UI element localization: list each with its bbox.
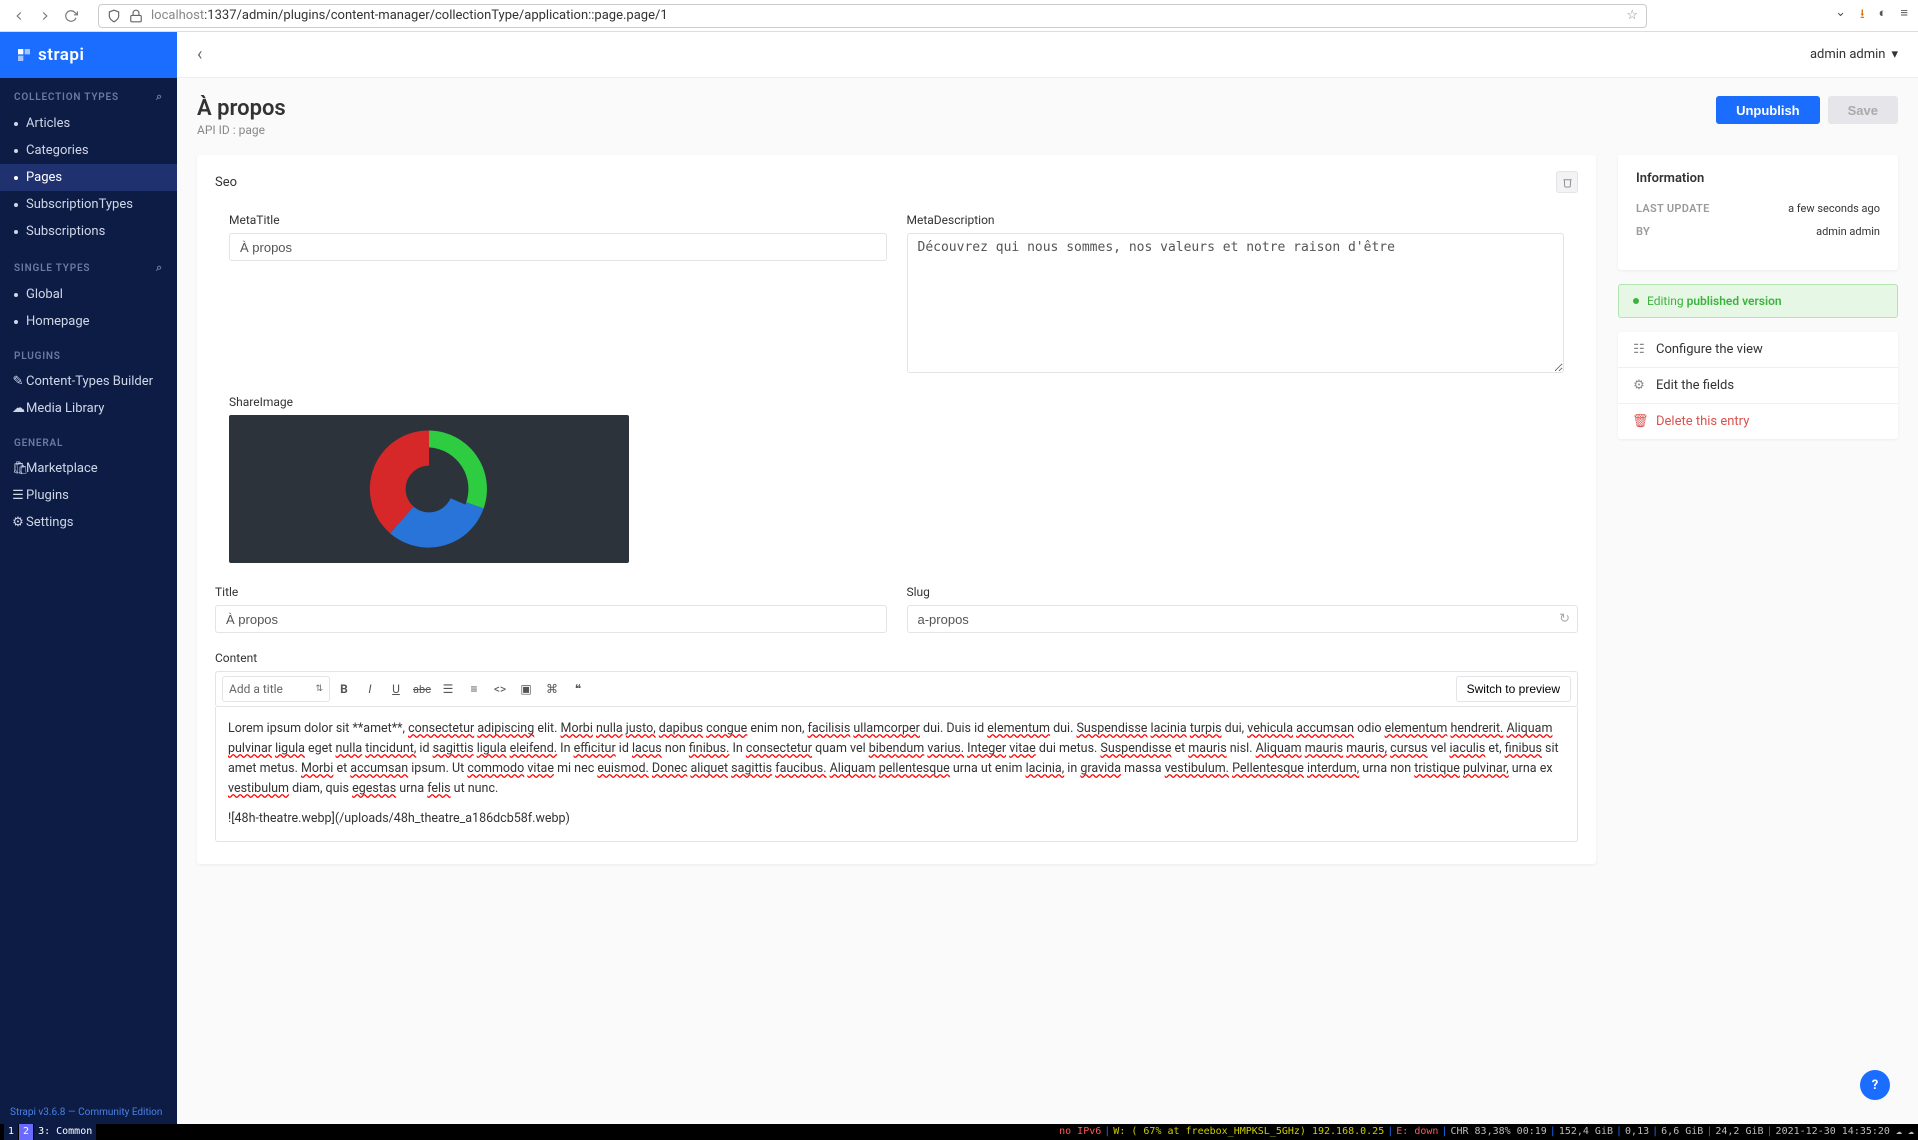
shield-icon [107,9,121,23]
content-editor[interactable]: Lorem ipsum dolor sit **amet**, consecte… [215,707,1578,842]
status-dot-icon [1633,298,1639,304]
image-button[interactable]: ▣ [514,677,538,701]
configure-view-link[interactable]: ☷ Configure the view [1618,332,1898,368]
trash-icon: 🗑 [1632,414,1646,429]
edit-fields-link[interactable]: ⚙ Edit the fields [1618,368,1898,404]
link-button[interactable]: ⌘ [540,677,564,701]
strikethrough-button[interactable]: abc [410,677,434,701]
slug-input[interactable] [907,605,1579,633]
shareimage-preview[interactable] [229,415,629,563]
italic-button[interactable]: I [358,677,382,701]
browser-forward-button[interactable] [36,7,54,25]
sidebar-item-settings[interactable]: ⚙Settings [0,509,177,536]
status-banner: Editing published version [1618,284,1898,318]
sidebar-item-media-library[interactable]: ☁Media Library [0,395,177,422]
trash-icon [1562,177,1573,188]
search-icon[interactable]: ⌕ [156,261,163,275]
unpublish-button[interactable]: Unpublish [1716,96,1820,124]
os-status-bar: 1 2 3: Common no IPv6 | W: ( 67% at free… [0,1124,1918,1140]
underline-button[interactable]: U [384,677,408,701]
layout-icon: ☷ [1632,342,1646,357]
ol-button[interactable]: ≡ [462,677,486,701]
sidebar-item-pages[interactable]: Pages [0,164,177,191]
last-update-label: LAST UPDATE [1636,202,1710,215]
last-update-value: a few seconds ago [1788,202,1880,215]
title-label: Title [215,585,887,599]
metadescription-label: MetaDescription [907,213,1565,227]
shareimage-label: ShareImage [229,395,1564,409]
content-label: Content [215,651,1578,665]
back-button[interactable]: ‹ [197,44,202,65]
sidebar-single-header: SINGLE TYPES ⌕ [0,261,177,281]
title-input[interactable] [215,605,887,633]
information-card: Information LAST UPDATE a few seconds ag… [1618,155,1898,270]
hamburger-icon[interactable]: ≡ [1900,5,1908,27]
by-value: admin admin [1816,225,1880,238]
heading-select[interactable]: Add a title ⇅ [222,676,330,702]
sidebar: strapi COLLECTION TYPES ⌕ ArticlesCatego… [0,32,177,1124]
browser-back-button[interactable] [10,7,28,25]
gear-icon: ⚙ [1632,378,1646,393]
extension-icon[interactable]: ◐ [1879,5,1887,27]
slug-label: Slug [907,585,1579,599]
code-button[interactable]: <> [488,677,512,701]
workspace-3[interactable]: 3: Common [34,1124,96,1140]
url-text: localhost:1337/admin/plugins/content-man… [151,8,668,23]
browser-reload-button[interactable] [62,7,80,25]
quote-button[interactable]: ❝ [566,677,590,701]
sidebar-item-global[interactable]: Global [0,281,177,308]
sidebar-item-plugins[interactable]: ☰Plugins [0,482,177,509]
save-button: Save [1828,96,1898,124]
user-menu[interactable]: admin admin ▾ [1810,47,1898,62]
entry-actions: ☷ Configure the view ⚙ Edit the fields 🗑… [1618,332,1898,439]
topbar: ‹ admin admin ▾ [177,32,1918,78]
select-caret-icon: ⇅ [315,684,323,694]
sidebar-item-marketplace[interactable]: 🛍Marketplace [0,455,177,482]
regenerate-icon[interactable]: ↻ [1559,612,1570,627]
sidebar-version: Strapi v3.6.8 — Community Edition [0,1101,177,1124]
pocket-icon[interactable]: ⌄ [1835,5,1846,27]
editor-toolbar: Add a title ⇅ B I U abc ☰ ≡ [215,671,1578,707]
metadescription-textarea[interactable]: Découvrez qui nous sommes, nos valeurs e… [907,233,1565,373]
sidebar-item-articles[interactable]: Articles [0,110,177,137]
sidebar-item-categories[interactable]: Categories [0,137,177,164]
strapi-logo[interactable]: strapi [0,32,177,78]
workspace-1[interactable]: 1 [4,1124,18,1140]
ul-button[interactable]: ☰ [436,677,460,701]
sidebar-general-header: GENERAL [0,438,177,455]
sidebar-item-homepage[interactable]: Homepage [0,308,177,335]
bookmark-star-icon[interactable]: ☆ [1626,8,1638,23]
switch-preview-button[interactable]: Switch to preview [1456,676,1571,702]
bold-button[interactable]: B [332,677,356,701]
chevron-down-icon: ▾ [1891,47,1898,62]
api-id-label: API ID : page [197,123,286,137]
delete-entry-link[interactable]: 🗑 Delete this entry [1618,404,1898,439]
delete-component-button[interactable] [1556,171,1578,193]
sidebar-collection-header: COLLECTION TYPES ⌕ [0,90,177,110]
sidebar-item-subscriptions[interactable]: Subscriptions [0,218,177,245]
seo-heading: Seo [215,175,237,190]
sidebar-plugins-header: PLUGINS [0,351,177,368]
browser-toolbar: localhost:1337/admin/plugins/content-man… [0,0,1918,32]
by-label: BY [1636,225,1650,238]
download-icon[interactable]: ⭳ [1860,5,1865,27]
sidebar-item-subscriptiontypes[interactable]: SubscriptionTypes [0,191,177,218]
search-icon[interactable]: ⌕ [156,90,163,104]
help-button[interactable]: ? [1860,1070,1890,1100]
metatitle-label: MetaTitle [229,213,887,227]
browser-url-bar[interactable]: localhost:1337/admin/plugins/content-man… [98,4,1647,28]
page-title: À propos [197,96,286,121]
workspace-2[interactable]: 2 [19,1124,33,1140]
metatitle-input[interactable] [229,233,887,261]
lock-icon [129,9,143,23]
sidebar-item-content-types-builder[interactable]: ✎Content-Types Builder [0,368,177,395]
pie-chart-icon [364,424,494,554]
